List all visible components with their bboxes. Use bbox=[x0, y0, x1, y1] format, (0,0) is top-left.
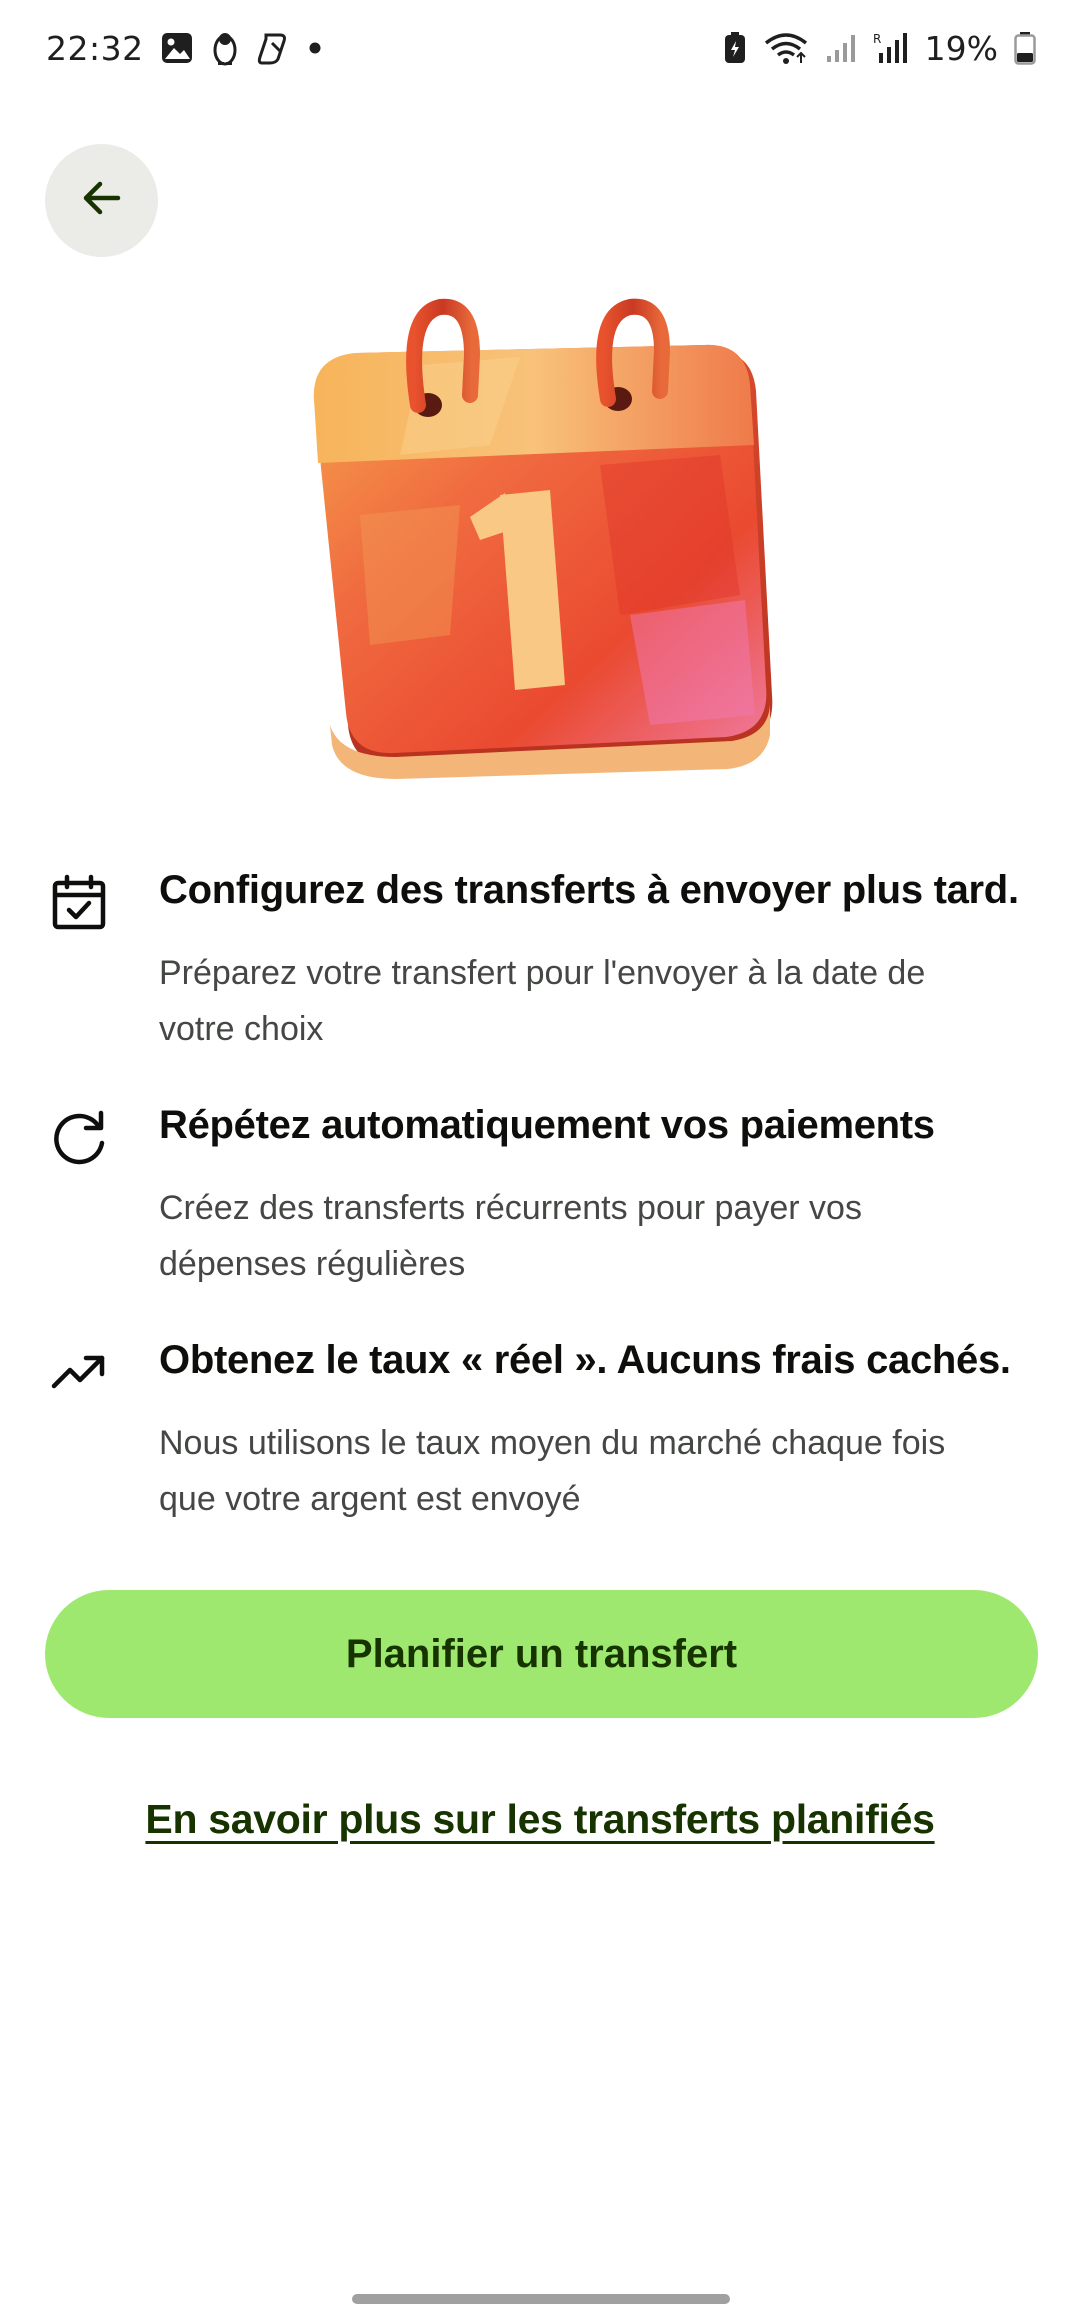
learn-more-container: En savoir plus sur les transferts planif… bbox=[0, 1796, 1080, 1843]
feature-title: Obtenez le taux « réel ». Aucuns frais c… bbox=[159, 1338, 1011, 1382]
dot-icon bbox=[308, 41, 322, 55]
status-bar: 22:32 R 19% bbox=[0, 0, 1080, 96]
status-bar-left: 22:32 bbox=[46, 29, 322, 68]
battery-saver-icon bbox=[723, 31, 747, 65]
trending-up-icon bbox=[44, 1338, 114, 1408]
calendar-illustration bbox=[300, 295, 780, 780]
status-time: 22:32 bbox=[46, 28, 144, 68]
feature-title: Répétez automatiquement vos paiements bbox=[159, 1103, 935, 1147]
scheduled-transfers-intro-screen: 22:32 R 19% Configurez des transferts à … bbox=[0, 0, 1080, 2316]
feature-description: Nous utilisons le taux moyen du marché c… bbox=[159, 1424, 946, 1518]
roaming-signal-icon: R bbox=[873, 31, 909, 65]
feature-description: Créez des transferts récurrents pour pay… bbox=[159, 1189, 862, 1283]
arrow-left-icon bbox=[80, 176, 124, 225]
learn-more-link[interactable]: En savoir plus sur les transferts planif… bbox=[145, 1796, 934, 1842]
home-indicator[interactable] bbox=[352, 2294, 730, 2304]
signal-icon bbox=[825, 32, 857, 64]
schedule-transfer-button[interactable]: Planifier un transfert bbox=[45, 1590, 1038, 1718]
image-notification-icon bbox=[160, 31, 194, 65]
copilot-notification-icon bbox=[256, 31, 292, 65]
calendar-check-icon bbox=[44, 868, 114, 938]
svg-text:R: R bbox=[873, 32, 881, 46]
back-button[interactable] bbox=[45, 144, 158, 257]
battery-icon bbox=[1014, 31, 1036, 65]
penguin-notification-icon bbox=[210, 30, 240, 66]
status-bar-right: R 19% bbox=[723, 29, 1036, 68]
battery-percentage: 19% bbox=[924, 28, 998, 68]
feature-title: Configurez des transferts à envoyer plus… bbox=[159, 868, 1019, 912]
feature-description: Préparez votre transfert pour l'envoyer … bbox=[159, 954, 926, 1048]
refresh-icon bbox=[44, 1103, 114, 1173]
wifi-icon bbox=[763, 31, 809, 65]
